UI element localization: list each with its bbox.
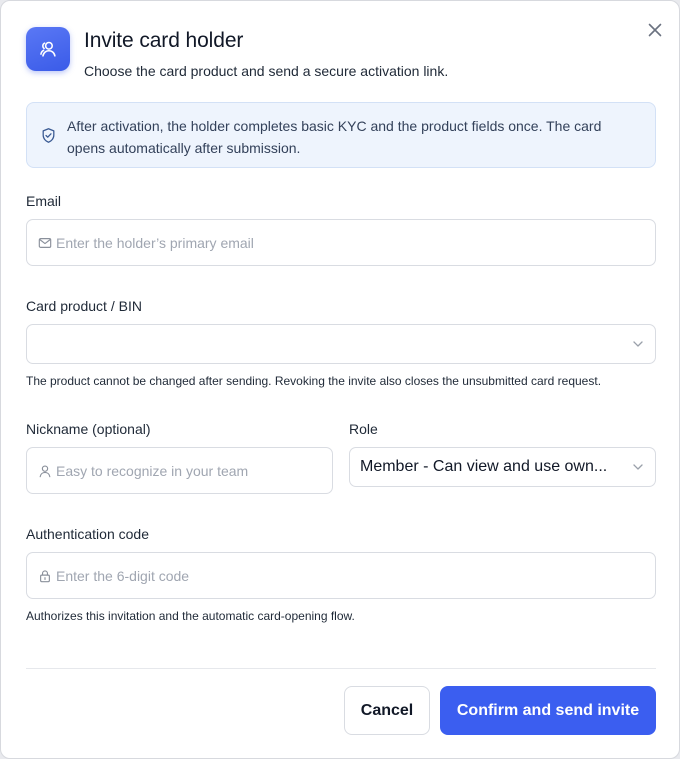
invite-card-holder-dialog: Invite card holder Choose the card produ…	[0, 0, 680, 759]
auth-code-field-wrapper	[26, 552, 656, 599]
card-product-select[interactable]	[26, 324, 656, 364]
chevron-down-icon	[633, 341, 643, 347]
cancel-button[interactable]: Cancel	[344, 686, 430, 735]
nickname-label: Nickname (optional)	[26, 421, 151, 437]
email-input[interactable]	[56, 220, 645, 265]
kyc-notice: After activation, the holder completes b…	[26, 102, 656, 168]
chevron-down-icon	[633, 464, 643, 470]
user-icon	[39, 464, 51, 477]
close-icon	[648, 23, 662, 37]
notice-text: After activation, the holder completes b…	[67, 118, 602, 156]
lock-icon	[40, 569, 50, 582]
card-product-hint: The product cannot be changed after send…	[26, 374, 602, 388]
auth-code-input[interactable]	[56, 553, 645, 598]
card-product-label: Card product / BIN	[26, 298, 142, 314]
role-label: Role	[349, 421, 378, 437]
confirm-send-invite-button[interactable]: Confirm and send invite	[440, 686, 656, 735]
dialog-subtitle: Choose the card product and send a secur…	[84, 63, 449, 79]
dialog-title: Invite card holder	[84, 29, 244, 52]
mail-icon	[38, 237, 52, 248]
shield-check-icon	[42, 128, 55, 143]
email-label: Email	[26, 193, 62, 209]
footer-divider	[26, 668, 656, 669]
email-field-wrapper	[26, 219, 656, 266]
role-select[interactable]: Member - Can view and use own...	[349, 447, 656, 487]
card-product-value	[37, 325, 623, 363]
nickname-input[interactable]	[56, 448, 322, 493]
nickname-field-wrapper	[26, 447, 333, 494]
auth-code-hint: Authorizes this invitation and the autom…	[26, 609, 355, 623]
close-button[interactable]	[644, 19, 666, 41]
auth-code-label: Authentication code	[26, 526, 149, 542]
users-icon	[26, 27, 70, 71]
role-value: Member - Can view and use own...	[360, 458, 608, 475]
